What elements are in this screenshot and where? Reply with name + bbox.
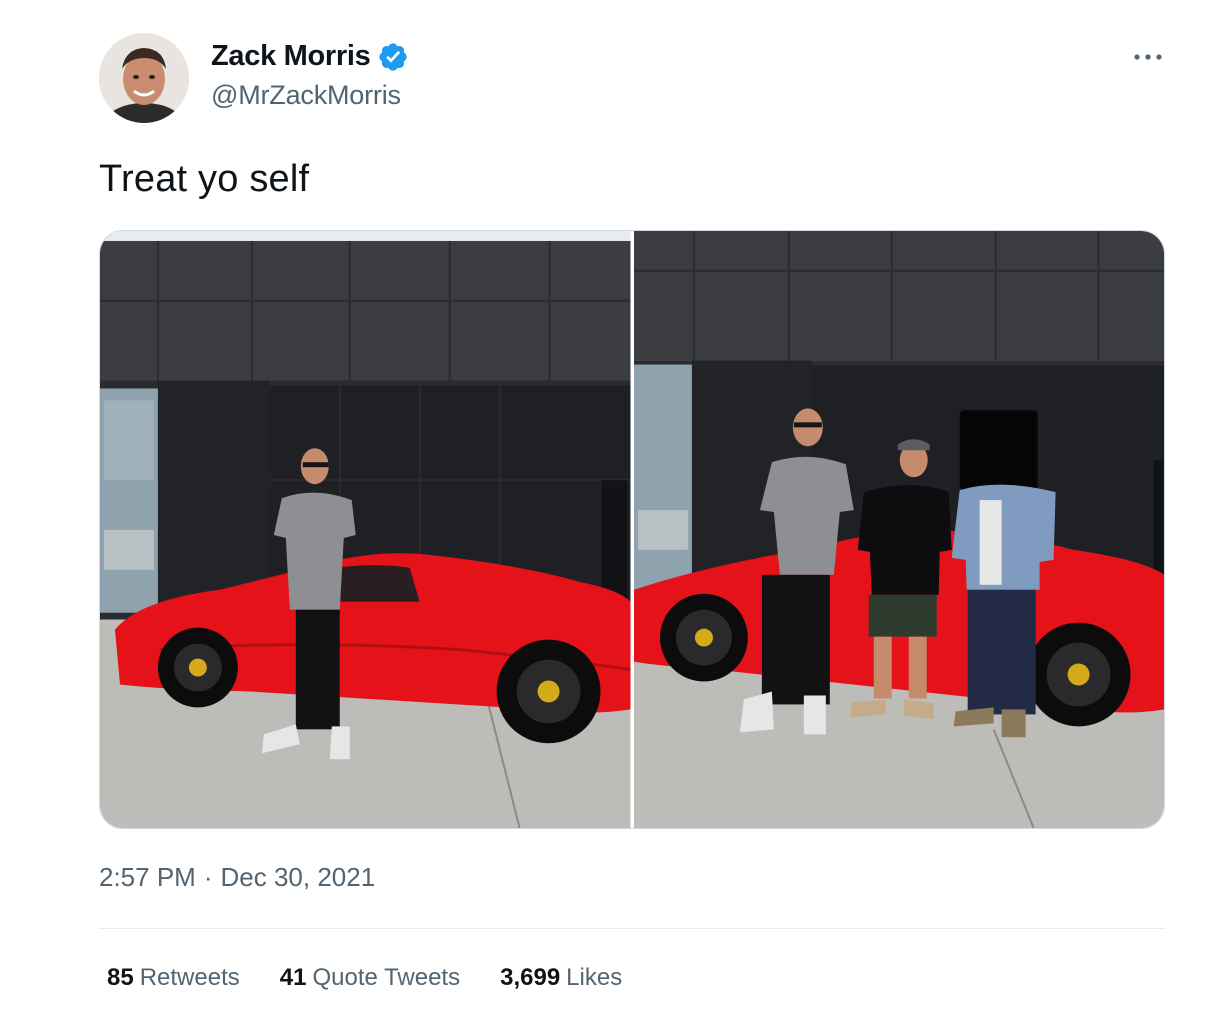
tweet-text: Treat yo self: [99, 158, 310, 200]
likes-count: 3,699: [500, 964, 561, 991]
quote-tweets-count: 41: [279, 964, 307, 991]
divider: [99, 928, 1165, 929]
retweets-stat[interactable]: 85 Retweets: [107, 964, 240, 992]
author-name-row: Zack Morris: [211, 40, 409, 73]
tweet-photo-1[interactable]: [100, 231, 631, 828]
retweets-label: Retweets: [139, 964, 240, 991]
tweet-timestamp[interactable]: 2:57 PM · Dec 30, 2021: [99, 862, 375, 893]
tweet-photo-2[interactable]: [633, 231, 1164, 828]
verified-badge-icon: [378, 42, 407, 71]
likes-label: Likes: [566, 964, 623, 991]
author-handle[interactable]: @MrZackMorris: [211, 80, 401, 111]
likes-stat[interactable]: 3,699 Likes: [500, 964, 622, 992]
tweet-card: Zack Morris @MrZackMorris Treat yo self: [0, 0, 1230, 1012]
tweet-stats: 85 Retweets 41 Quote Tweets 3,699 Likes: [107, 964, 622, 992]
more-options-button[interactable]: [1126, 42, 1170, 72]
photo-group-with-red-car: [633, 231, 1164, 828]
avatar-image: [99, 33, 189, 123]
photo-man-with-red-car: [100, 231, 631, 828]
tweet-time[interactable]: 2:57 PM: [99, 862, 196, 893]
quote-tweets-label: Quote Tweets: [312, 964, 461, 991]
timestamp-separator: ·: [203, 862, 213, 892]
author-display-name[interactable]: Zack Morris: [211, 40, 371, 73]
tweet-date[interactable]: Dec 30, 2021: [221, 862, 376, 893]
quote-tweets-stat[interactable]: 41 Quote Tweets: [280, 964, 460, 992]
more-horizontal-icon: [1134, 54, 1162, 60]
retweets-count: 85: [107, 964, 134, 991]
tweet-media-grid: [99, 230, 1165, 829]
author-avatar[interactable]: [99, 33, 189, 123]
